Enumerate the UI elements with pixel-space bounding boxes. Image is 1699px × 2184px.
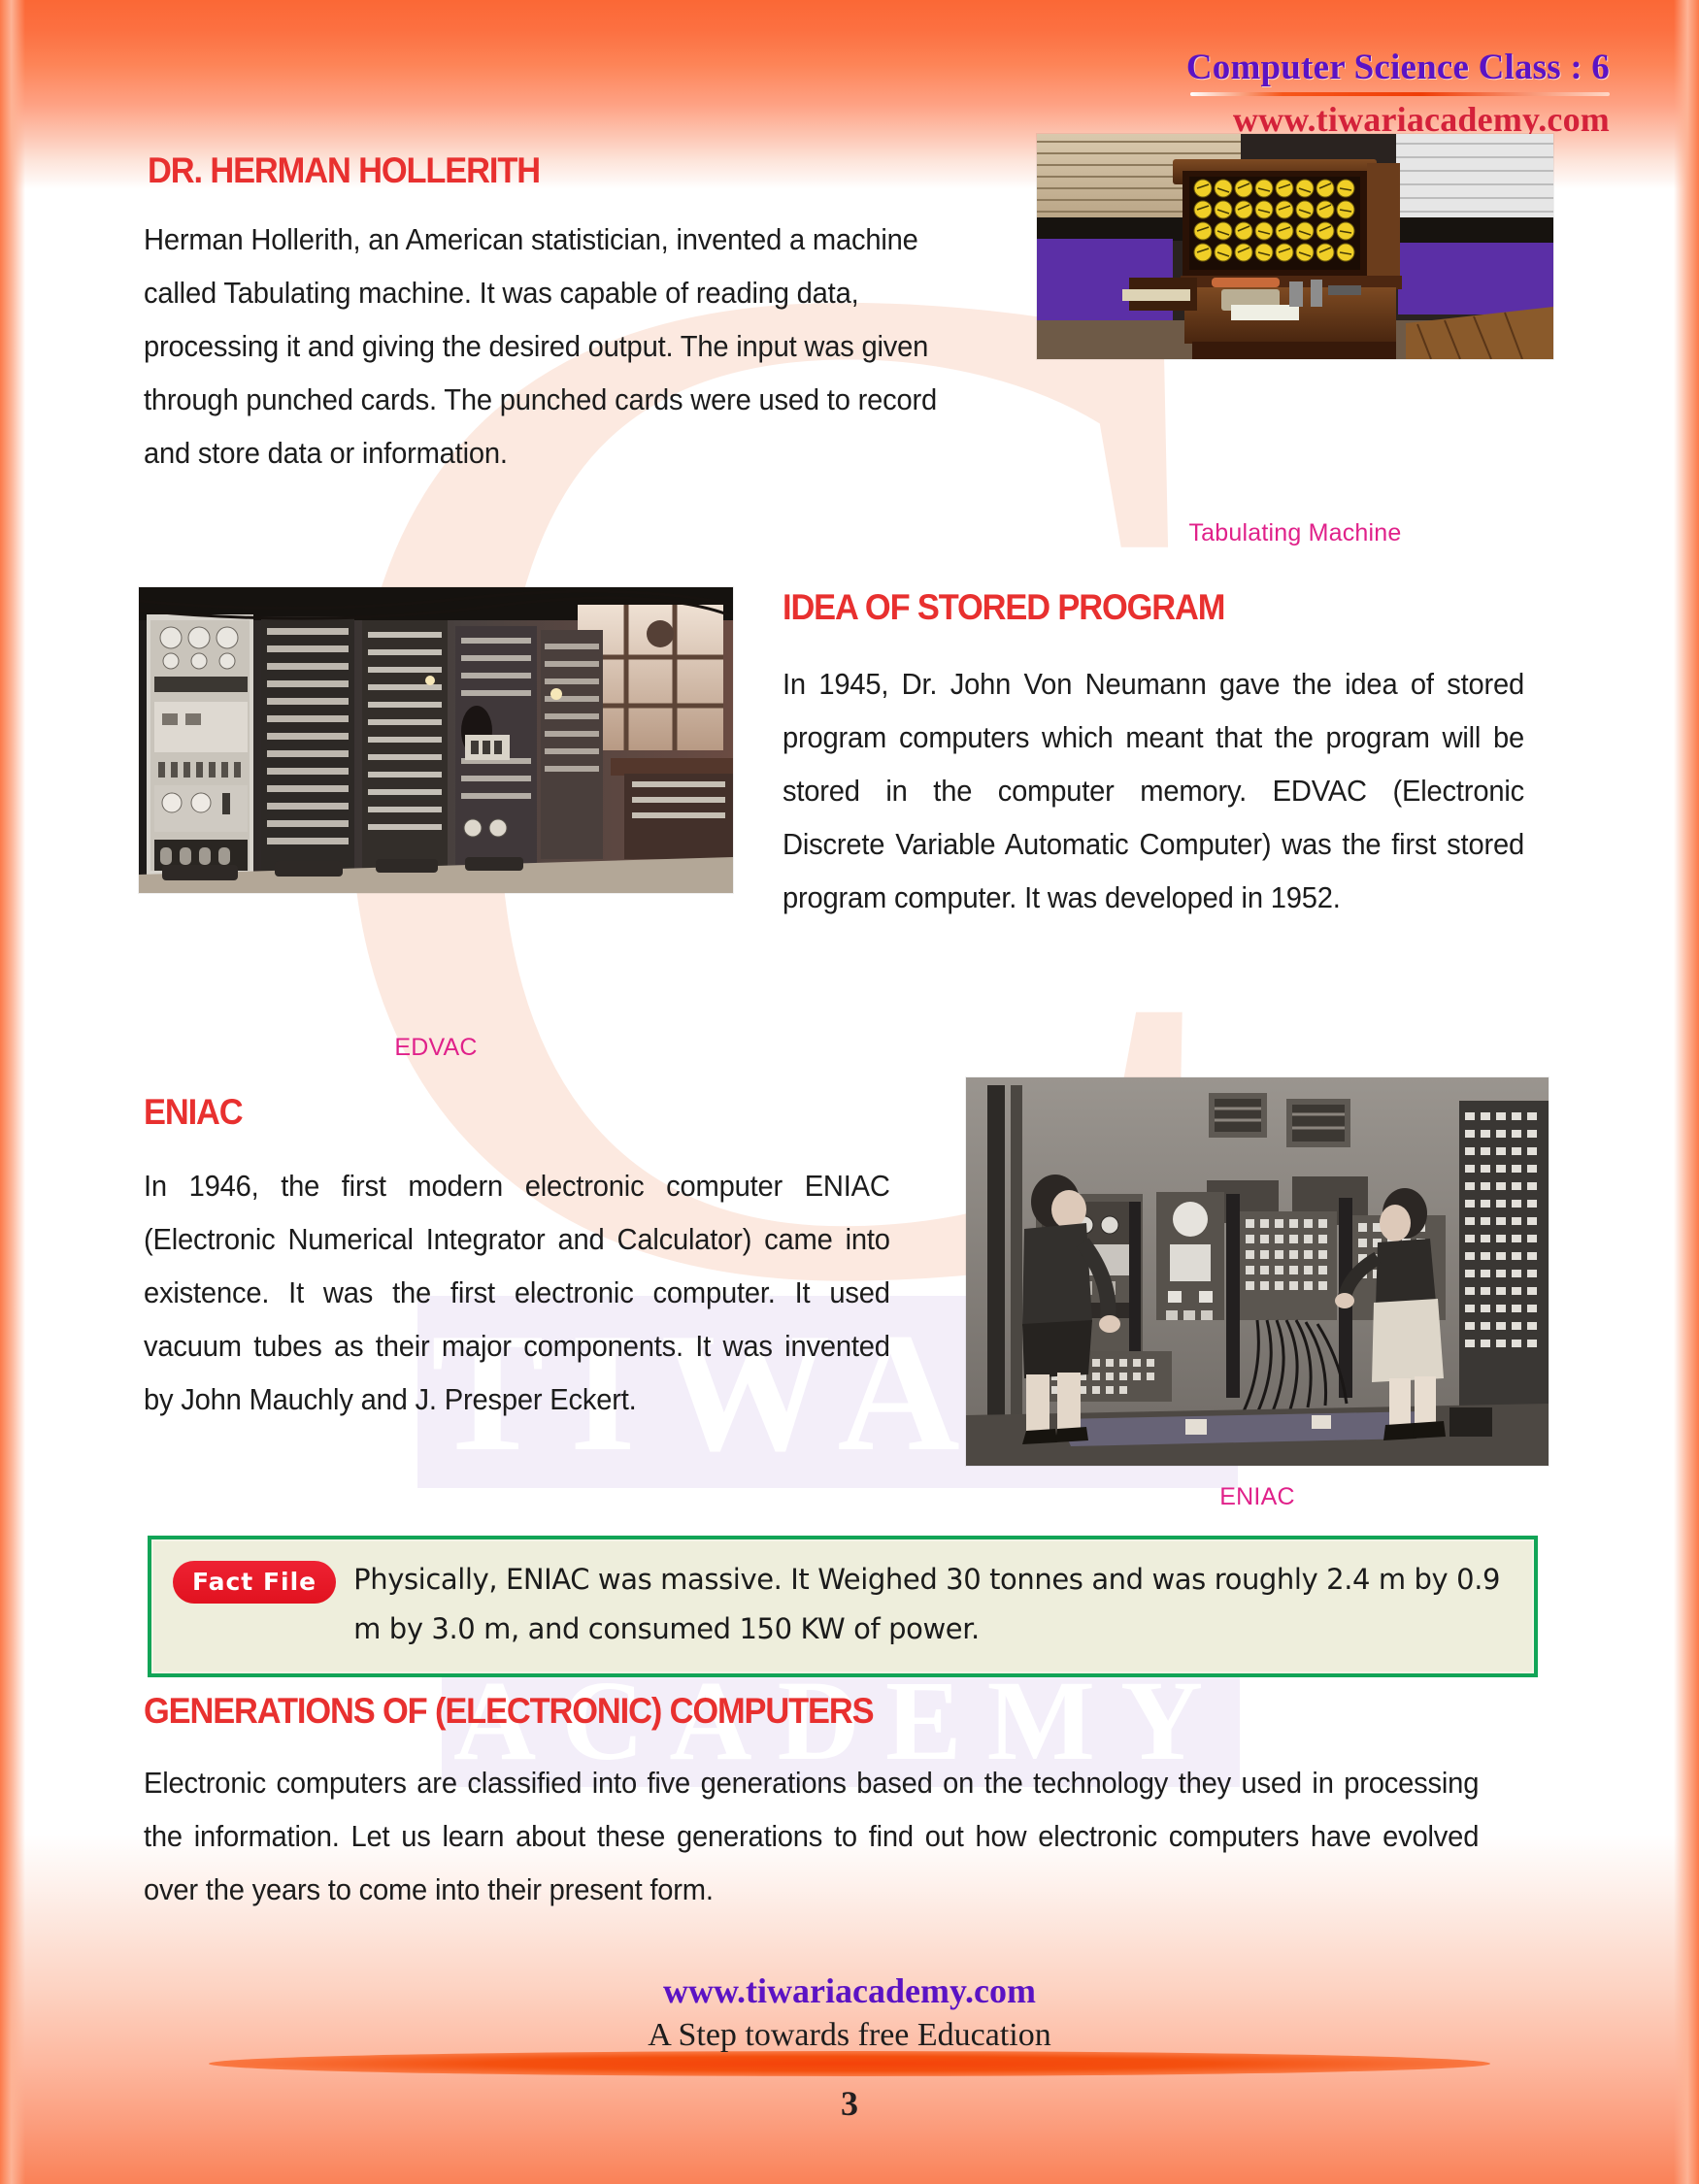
heading-dr-herman-hollerith: DR. HERMAN HOLLERITH — [148, 150, 541, 190]
page-canvas: C TIWARI ACADEMY Computer Science Class … — [0, 0, 1699, 2184]
heading-generations-of-electronic-computers: GENERATIONS OF (ELECTRONIC) COMPUTERS — [144, 1691, 875, 1731]
paragraph-stored-program: In 1945, Dr. John Von Neumann gave the i… — [783, 668, 1524, 914]
tabulating-machine-illustration — [1037, 134, 1553, 359]
fact-file-text: Physically, ENIAC was massive. It Weighe… — [353, 1563, 1501, 1645]
caption-eniac: ENIAC — [1219, 1483, 1295, 1510]
page-footer: www.tiwariacademy.com A Step towards fre… — [0, 1970, 1699, 2054]
header-divider-rule — [1190, 92, 1610, 96]
edvac-illustration — [139, 587, 733, 893]
fact-file-box: Fact File Physically, ENIAC was massive.… — [148, 1536, 1538, 1677]
heading-eniac: ENIAC — [144, 1092, 244, 1132]
image-edvac — [139, 587, 733, 893]
paragraph-hollerith: Herman Hollerith, an American statistici… — [144, 223, 938, 470]
footer-tagline: A Step towards free Education — [648, 2017, 1051, 2053]
footer-website-link[interactable]: www.tiwariacademy.com — [0, 1970, 1699, 2011]
caption-tabulating-machine: Tabulating Machine — [1188, 519, 1402, 546]
paragraph-eniac: In 1946, the first modern electronic com… — [144, 1170, 890, 1416]
eniac-illustration — [966, 1077, 1549, 1466]
image-tabulating-machine — [1037, 134, 1553, 359]
right-edge-accent — [1674, 0, 1699, 2184]
fact-file-badge: Fact File — [173, 1561, 337, 1604]
page-number: 3 — [841, 2084, 858, 2123]
footer-lens-divider — [209, 2051, 1490, 2076]
page-header: Computer Science Class : 6 www.tiwariaca… — [1186, 47, 1610, 140]
image-eniac — [966, 1077, 1549, 1466]
heading-idea-of-stored-program: IDEA OF STORED PROGRAM — [783, 587, 1225, 627]
header-title: Computer Science Class : 6 — [1185, 48, 1610, 87]
left-edge-accent — [0, 0, 25, 2184]
paragraph-generations: Electronic computers are classified into… — [144, 1767, 1480, 1906]
caption-edvac: EDVAC — [394, 1034, 478, 1061]
